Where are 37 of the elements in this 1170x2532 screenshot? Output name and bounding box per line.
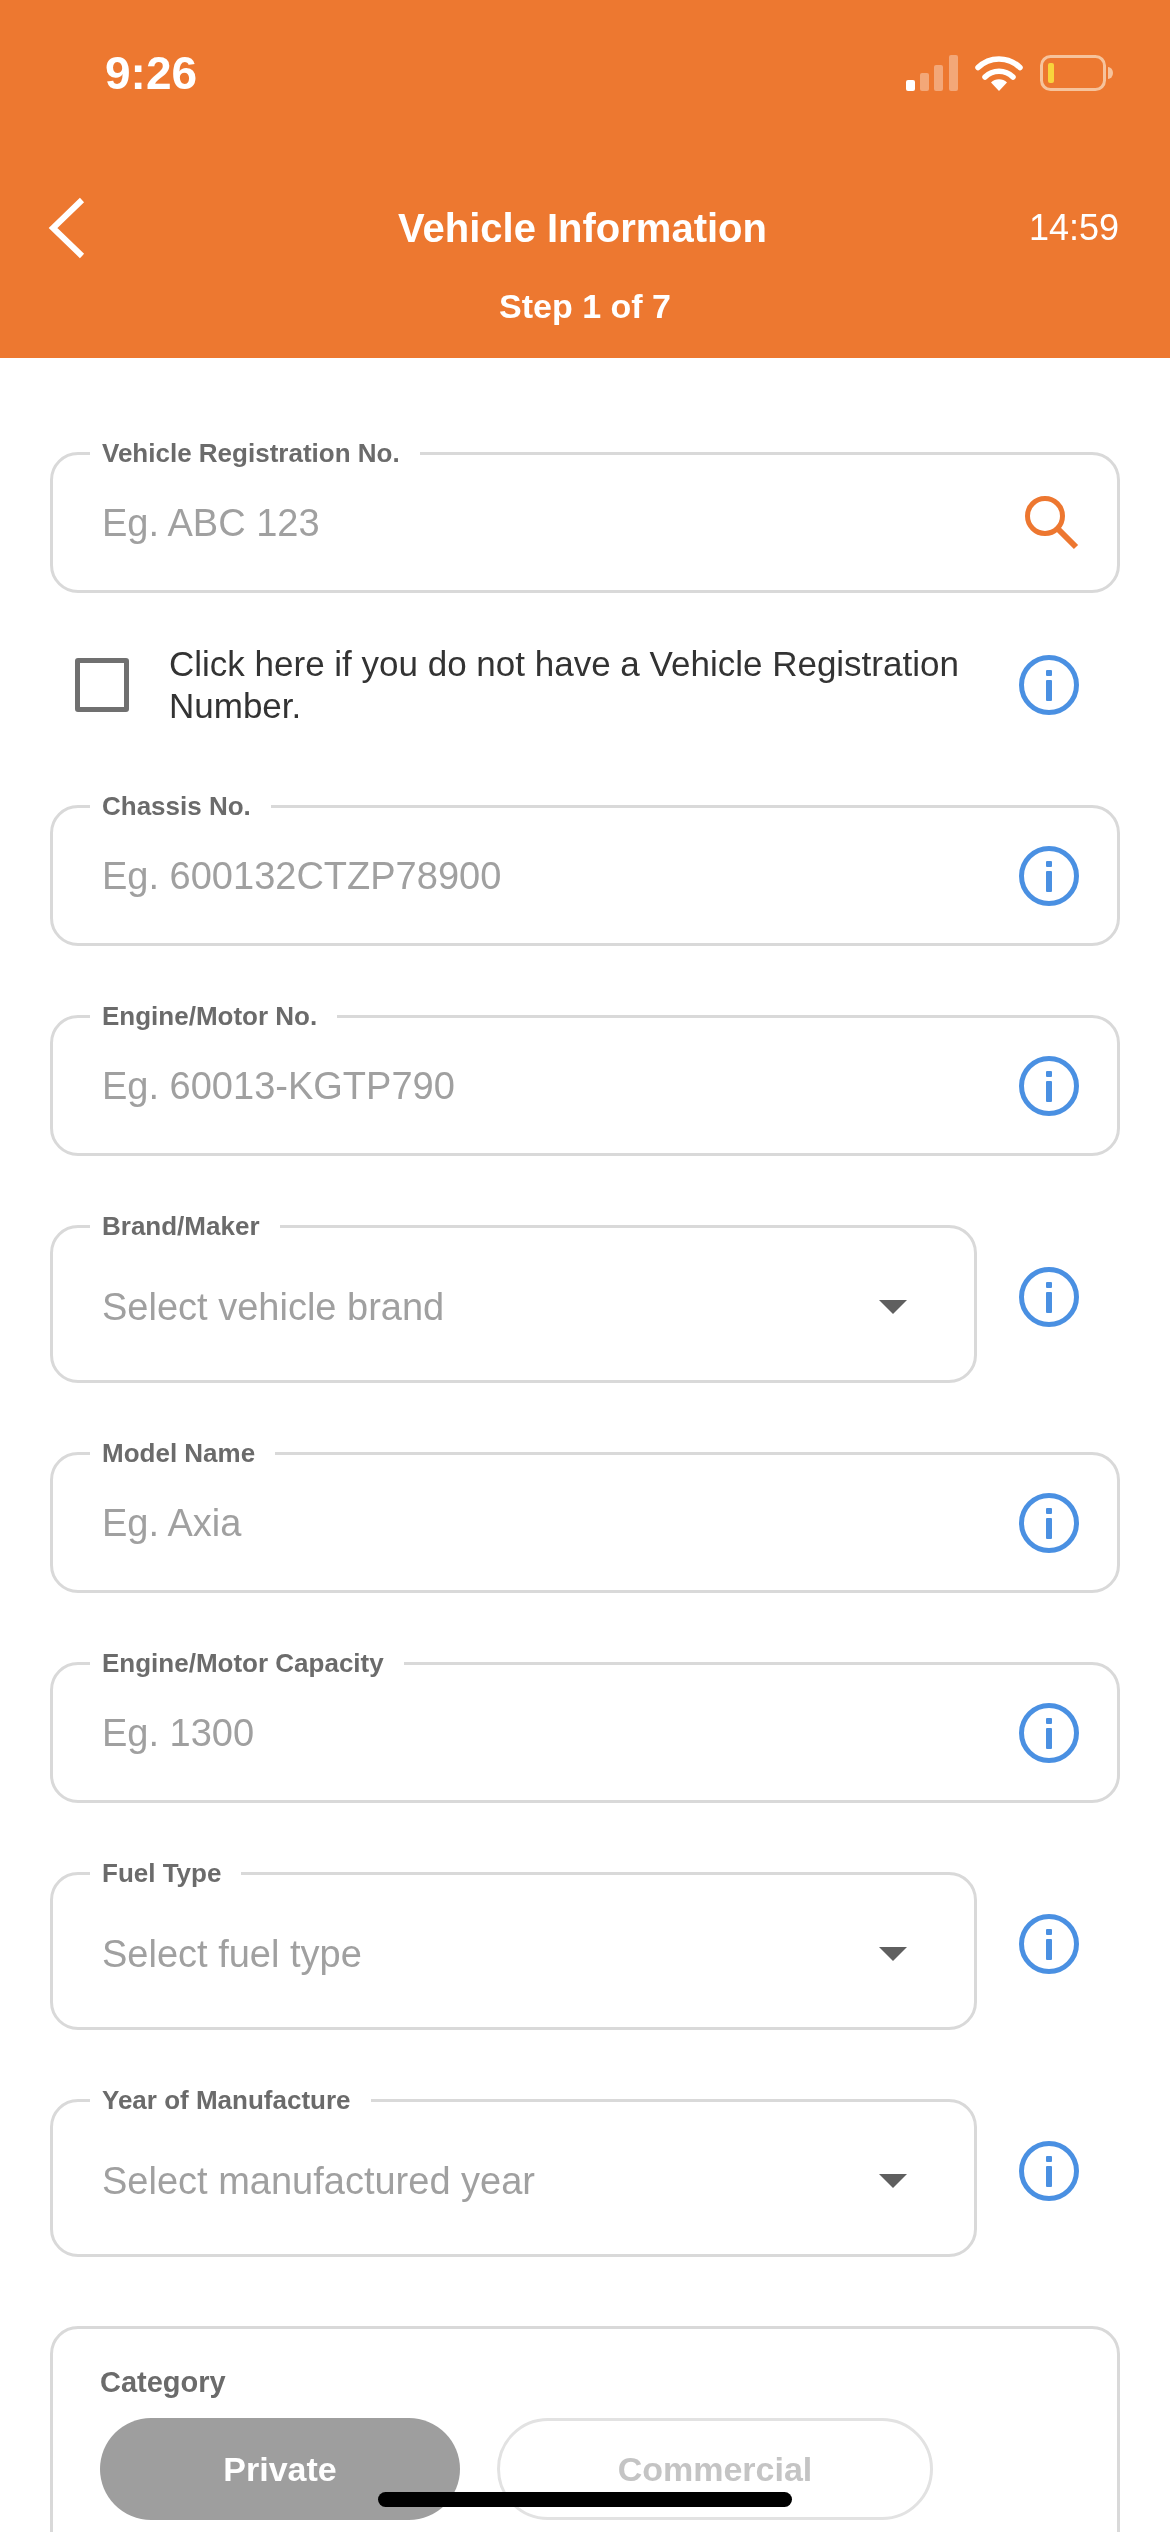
field-label: Chassis No. (101, 791, 252, 821)
status-time: 9:26 (105, 50, 198, 96)
search-icon[interactable] (1025, 496, 1079, 550)
signal-icon (906, 55, 958, 91)
text-input[interactable]: Eg. 1300 (90, 1704, 1019, 1762)
field-label: Brand/Maker (101, 1211, 261, 1241)
info-icon[interactable] (1019, 846, 1079, 906)
text-input[interactable]: Eg. Axia (90, 1494, 1019, 1552)
info-icon[interactable] (1019, 2141, 1079, 2201)
text-input[interactable]: Eg. 600132CTZP78900 (90, 847, 1019, 905)
wifi-icon (975, 55, 1023, 91)
category-option[interactable]: Private (100, 2418, 460, 2520)
countdown-timer: 14:59 (1028, 206, 1119, 250)
info-icon[interactable] (1019, 1493, 1079, 1553)
battery-icon (1040, 55, 1114, 91)
category-label: Category (100, 2365, 226, 2399)
caret-icon (879, 2174, 907, 2188)
info-icon[interactable] (1019, 1703, 1079, 1763)
info-icon[interactable] (1019, 655, 1079, 715)
caret-icon (879, 1300, 907, 1314)
info-icon[interactable] (1019, 1914, 1079, 1974)
info-icon[interactable] (1019, 1056, 1079, 1116)
checkbox-label: Click here if you do not have a Vehicle Registration Number. (169, 643, 960, 727)
text-input[interactable]: Eg. 60013-KGTP790 (90, 1057, 1019, 1115)
field-label: Engine/Motor No. (101, 1001, 319, 1031)
field-label: Fuel Type (101, 1858, 223, 1888)
field-label: Model Name (101, 1438, 257, 1468)
field-label: Vehicle Registration No. (101, 438, 401, 468)
step-indicator: Step 1 of 7 (499, 287, 671, 325)
field-label: Engine/Motor Capacity (101, 1648, 385, 1678)
checkbox[interactable] (75, 658, 129, 712)
caret-icon (879, 1947, 907, 1961)
info-icon[interactable] (1019, 1267, 1079, 1327)
back-icon[interactable] (46, 197, 86, 259)
page-title: Vehicle Information (398, 205, 767, 252)
text-input[interactable]: Eg. ABC 123 (90, 494, 1025, 552)
field-label: Year of Manufacture (101, 2085, 352, 2115)
